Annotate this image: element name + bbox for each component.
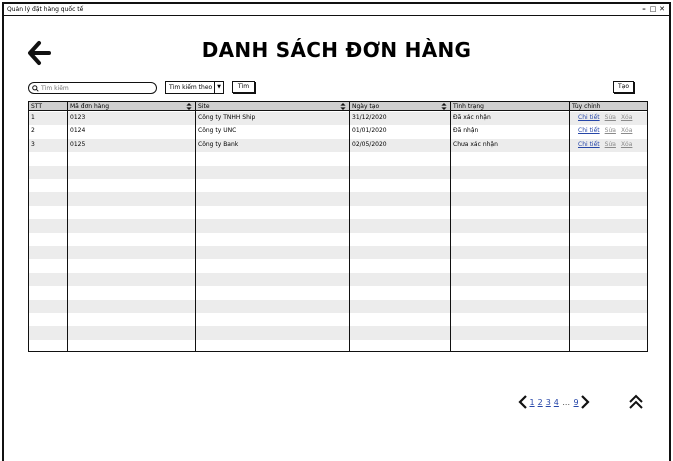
page-link-last[interactable]: 9	[574, 398, 579, 407]
page-title: DANH SÁCH ĐƠN HÀNG	[201, 38, 472, 62]
orders-table: STT Mã đơn hàng Site Ngày tạo Tình trạng…	[28, 101, 648, 352]
page-link[interactable]: 4	[554, 398, 559, 407]
column-header-actions: Tùy chỉnh	[572, 103, 601, 110]
column-header-status: Tình trạng	[453, 103, 484, 110]
table-row	[29, 152, 647, 165]
table-row	[29, 313, 647, 326]
window-title: Quản lý đặt hàng quốc tế	[7, 6, 84, 13]
sort-icon[interactable]	[186, 103, 192, 110]
close-icon[interactable]: ✕	[658, 5, 666, 13]
column-divider	[195, 102, 196, 351]
maximize-icon[interactable]: □	[649, 5, 657, 13]
cell-site: Công ty TNHH Ship	[198, 114, 256, 121]
cell-order-code: 0123	[70, 114, 86, 121]
search-field[interactable]	[28, 82, 157, 94]
cell-actions: Chi tiết Sửa Xóa	[576, 112, 637, 125]
table-header: STT Mã đơn hàng Site Ngày tạo Tình trạng…	[29, 102, 647, 111]
cell-status: Đã nhận	[453, 127, 479, 135]
cell-created-date: 01/01/2020	[352, 127, 387, 135]
page-link[interactable]: 2	[538, 398, 543, 407]
cell-stt: 3	[31, 140, 35, 148]
detail-link[interactable]: Chi tiết	[578, 114, 600, 121]
minimize-icon[interactable]: –	[640, 5, 648, 13]
table-row	[29, 179, 647, 192]
search-by-select[interactable]: Tìm kiếm theo ▼	[165, 81, 224, 94]
sort-icon[interactable]	[340, 103, 346, 110]
edit-link[interactable]: Sửa	[605, 114, 616, 121]
table-row	[29, 259, 647, 272]
chevron-left-icon[interactable]	[518, 395, 528, 409]
delete-link[interactable]: Xóa	[621, 141, 632, 148]
table-row	[29, 233, 647, 246]
cell-created-date: 31/12/2020	[352, 114, 387, 121]
sort-icon[interactable]	[441, 103, 447, 110]
table-row	[29, 326, 647, 340]
table-row	[29, 192, 647, 206]
cell-order-code: 0124	[70, 127, 86, 135]
edit-link[interactable]: Sửa	[605, 127, 616, 134]
pagination: 1 2 3 4 ... 9	[518, 393, 590, 411]
table-row	[29, 299, 647, 313]
delete-link[interactable]: Xóa	[621, 127, 632, 134]
chevron-right-icon[interactable]	[580, 395, 590, 409]
table-row	[29, 272, 647, 287]
detail-link[interactable]: Chi tiết	[578, 127, 600, 134]
chevron-down-icon[interactable]: ▼	[214, 82, 223, 93]
cell-status: Đã xác nhận	[453, 114, 491, 121]
cell-site: Công ty Bank	[198, 140, 239, 148]
delete-link[interactable]: Xóa	[621, 114, 632, 121]
table-row	[29, 206, 647, 219]
cell-order-code: 0125	[70, 140, 86, 148]
table-row	[29, 219, 647, 233]
edit-link[interactable]: Sửa	[605, 141, 616, 148]
detail-link[interactable]: Chi tiết	[578, 141, 600, 148]
table-row	[29, 340, 647, 351]
create-button[interactable]: Tạo	[613, 81, 634, 93]
window-controls: – □ ✕	[640, 5, 666, 13]
table-row	[29, 246, 647, 260]
table-row	[29, 165, 647, 179]
table-row: 1 0123 Công ty TNHH Ship 31/12/2020 Đã xác n…	[29, 112, 647, 126]
page-link[interactable]: 1	[530, 398, 535, 407]
search-by-label: Tìm kiếm theo	[169, 84, 213, 91]
column-divider	[450, 102, 451, 351]
page-link[interactable]: 3	[546, 398, 551, 407]
table-row: 3 0125 Công ty Bank 02/05/2020 Chưa xác nhận…	[29, 138, 647, 153]
cell-status: Chưa xác nhận	[453, 140, 498, 148]
column-header-stt: STT	[31, 103, 43, 110]
cell-created-date: 02/05/2020	[352, 140, 387, 148]
cell-stt: 2	[31, 127, 35, 135]
table-row: 2 0124 Công ty UNC 01/01/2020 Đã nhận Chi tiế…	[29, 125, 647, 138]
page-ellipsis: ...	[562, 397, 571, 407]
title-bar: Quản lý đặt hàng quốc tế – □ ✕	[4, 4, 669, 16]
cell-actions: Chi tiết Sửa Xóa	[576, 125, 637, 138]
search-button[interactable]: Tìm	[232, 81, 255, 93]
column-header-order-code: Mã đơn hàng	[70, 103, 110, 110]
column-divider	[349, 102, 350, 351]
search-input[interactable]	[41, 83, 151, 93]
column-header-created-date: Ngày tạo	[352, 103, 380, 110]
search-icon	[32, 84, 39, 92]
column-header-site: Site	[198, 103, 210, 110]
cell-site: Công ty UNC	[198, 127, 237, 135]
cell-stt: 1	[31, 114, 35, 121]
column-divider	[569, 102, 570, 351]
column-divider	[67, 102, 68, 351]
cell-actions: Chi tiết Sửa Xóa	[576, 139, 637, 152]
double-chevron-up-icon[interactable]	[628, 394, 644, 410]
table-row	[29, 286, 647, 299]
